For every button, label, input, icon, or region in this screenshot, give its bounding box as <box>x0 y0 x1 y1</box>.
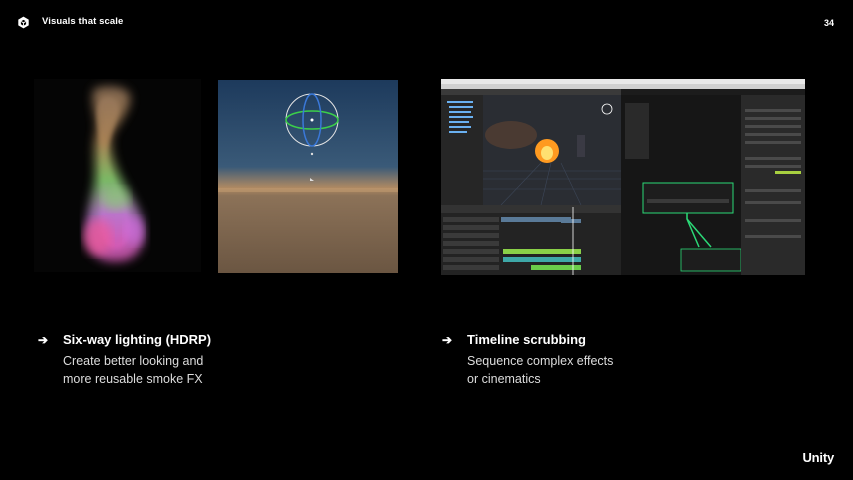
feature-heading: Six-way lighting (HDRP) <box>63 332 212 347</box>
feature-description: Create better looking and more reusable … <box>63 354 204 386</box>
feature-timeline-scrubbing: ➔ Timeline scrubbing Sequence complex ef… <box>442 332 742 392</box>
feature-description: Sequence complex effects or cinematics <box>467 354 614 386</box>
timeline-editor-screenshot <box>441 79 805 275</box>
smoke-fx-image <box>34 79 201 272</box>
unity-brand-wordmark: Unity <box>802 450 834 465</box>
feature-six-way-lighting: ➔ Six-way lighting (HDRP) Create better … <box>38 332 338 392</box>
feature-heading: Timeline scrubbing <box>467 332 586 347</box>
lighting-preview-image <box>218 80 398 273</box>
slide-title: Visuals that scale <box>42 16 124 27</box>
page-number: 34 <box>823 18 834 28</box>
arrow-right-icon: ➔ <box>38 333 49 347</box>
arrow-right-icon: ➔ <box>442 333 453 347</box>
unity-logo-icon <box>18 16 29 29</box>
